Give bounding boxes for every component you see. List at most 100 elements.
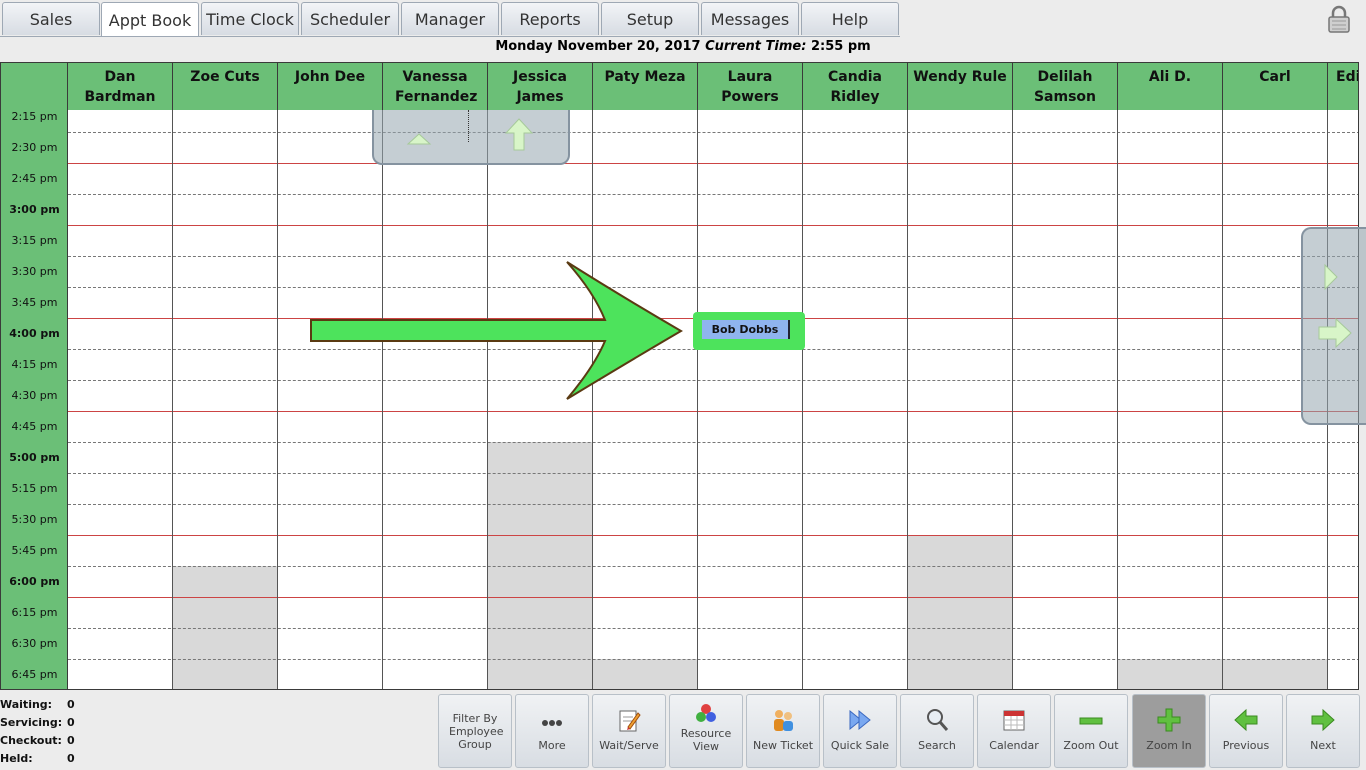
employee-column[interactable]	[698, 110, 803, 689]
employee-header[interactable]: Delilah Samson	[1013, 63, 1118, 110]
previous-arrow-icon	[1234, 708, 1258, 732]
zoom-out-button[interactable]: Zoom Out	[1054, 694, 1128, 768]
employee-header[interactable]: Candia Ridley	[803, 63, 908, 110]
tab-scheduler[interactable]: Scheduler	[301, 2, 399, 35]
stat-label: Servicing:	[0, 716, 63, 729]
tab-help[interactable]: Help	[801, 2, 899, 35]
stat-label: Checkout:	[0, 734, 62, 747]
employee-column[interactable]	[68, 110, 173, 689]
time-label: 2:15 pm	[11, 110, 58, 123]
tab-setup[interactable]: Setup	[601, 2, 699, 35]
pointer-arrow-icon	[310, 261, 683, 400]
time-label: 5:15 pm	[11, 482, 58, 495]
stat-label: Waiting:	[0, 698, 53, 711]
button-label: Search	[918, 739, 956, 752]
new-ticket-icon	[774, 710, 793, 731]
employee-header[interactable]: Carl	[1223, 63, 1328, 110]
scroll-up-fast-icon[interactable]	[504, 118, 534, 152]
zoom-in-icon	[1157, 708, 1181, 732]
zoom-in-button[interactable]: Zoom In	[1132, 694, 1206, 768]
zoom-out-icon	[1079, 717, 1103, 725]
new-ticket-button[interactable]: New Ticket	[746, 694, 820, 768]
time-label: 3:00 pm	[9, 203, 60, 216]
button-label: Resource View	[680, 727, 732, 753]
button-label: Wait/Serve	[599, 739, 659, 752]
time-label: 2:45 pm	[11, 172, 58, 185]
more-button[interactable]: More	[515, 694, 589, 768]
appointment-client-name[interactable]: Bob Dobbs	[702, 320, 790, 339]
time-label: 6:15 pm	[11, 606, 58, 619]
stat-servicing: Servicing: 0	[0, 716, 80, 734]
employee-column[interactable]	[173, 110, 278, 689]
time-label: 2:30 pm	[11, 141, 58, 154]
employee-column[interactable]	[1013, 110, 1118, 689]
current-date: Monday November 20, 2017	[495, 39, 701, 54]
time-label: 5:30 pm	[11, 513, 58, 526]
button-label: Zoom In	[1146, 739, 1192, 752]
time-label: 5:45 pm	[11, 544, 58, 557]
tab-divider	[0, 36, 900, 37]
appointment-block[interactable]: Bob Dobbs	[693, 312, 805, 350]
resource-view-button[interactable]: Resource View	[669, 694, 743, 768]
employee-header[interactable]: Wendy Rule	[908, 63, 1013, 110]
stat-value: 0	[67, 752, 75, 765]
tab-messages[interactable]: Messages	[701, 2, 799, 35]
scroll-right-fast-icon[interactable]	[1317, 317, 1353, 349]
current-time: 2:55 pm	[810, 39, 871, 54]
next-button[interactable]: Next	[1286, 694, 1360, 768]
tab-appt-book[interactable]: Appt Book	[101, 2, 199, 37]
more-dots-icon	[542, 720, 562, 726]
button-label: Zoom Out	[1063, 739, 1119, 752]
employee-column[interactable]	[1118, 110, 1223, 689]
filter-by-employee-group-button[interactable]: Filter By Employee Group	[438, 694, 512, 768]
search-button[interactable]: Search	[900, 694, 974, 768]
button-label: More	[538, 739, 566, 752]
previous-button[interactable]: Previous	[1209, 694, 1283, 768]
stat-value: 0	[67, 698, 75, 711]
button-label: Quick Sale	[830, 739, 890, 752]
employee-column[interactable]	[803, 110, 908, 689]
scroll-right-panel	[1301, 227, 1366, 425]
employee-header[interactable]: Zoe Cuts	[173, 63, 278, 110]
stat-label: Held:	[0, 752, 33, 765]
tab-time-clock[interactable]: Time Clock	[201, 2, 299, 35]
employee-header[interactable]: Dan Bardman	[68, 63, 173, 110]
employee-header[interactable]: Vanessa Fernandez	[383, 63, 488, 110]
time-label: 3:45 pm	[11, 296, 58, 309]
stat-waiting: Waiting: 0	[0, 698, 80, 716]
scroll-right-small-icon[interactable]	[1323, 263, 1339, 291]
time-label: 4:30 pm	[11, 389, 58, 402]
employee-header[interactable]: Paty Meza	[593, 63, 698, 110]
employee-header[interactable]: Edi	[1328, 63, 1358, 110]
employee-header[interactable]: John Dee	[278, 63, 383, 110]
time-label: 4:45 pm	[11, 420, 58, 433]
button-label: Filter By Employee Group	[449, 712, 504, 751]
scroll-up-panel	[372, 110, 570, 165]
calendar-icon	[1003, 710, 1025, 731]
next-arrow-icon	[1311, 708, 1335, 732]
calendar-button[interactable]: Calendar	[977, 694, 1051, 768]
time-label: 4:00 pm	[9, 327, 60, 340]
time-label: 3:15 pm	[11, 234, 58, 247]
panel-divider	[468, 110, 469, 142]
employee-header[interactable]: Jessica James	[488, 63, 593, 110]
tab-sales[interactable]: Sales	[2, 2, 100, 35]
employee-column[interactable]	[908, 110, 1013, 689]
tab-reports[interactable]: Reports	[501, 2, 599, 35]
time-label: 6:30 pm	[11, 637, 58, 650]
tab-manager[interactable]: Manager	[401, 2, 499, 35]
stat-checkout: Checkout: 0	[0, 734, 80, 752]
resource-icon	[696, 704, 716, 722]
quick-sale-icon	[849, 709, 871, 731]
time-column: 2:15 pm 2:30 pm 2:45 pm 3:00 pm 3:15 pm …	[1, 63, 68, 689]
time-label: 3:30 pm	[11, 265, 58, 278]
stat-held: Held: 0	[0, 752, 80, 770]
employee-header[interactable]: Laura Powers	[698, 63, 803, 110]
lock-icon[interactable]	[1326, 4, 1352, 34]
wait-serve-icon	[619, 710, 641, 732]
quick-sale-button[interactable]: Quick Sale	[823, 694, 897, 768]
wait-serve-button[interactable]: Wait/Serve	[592, 694, 666, 768]
scroll-up-small-icon[interactable]	[406, 132, 432, 146]
employee-header[interactable]: Ali D.	[1118, 63, 1223, 110]
stat-value: 0	[67, 734, 75, 747]
